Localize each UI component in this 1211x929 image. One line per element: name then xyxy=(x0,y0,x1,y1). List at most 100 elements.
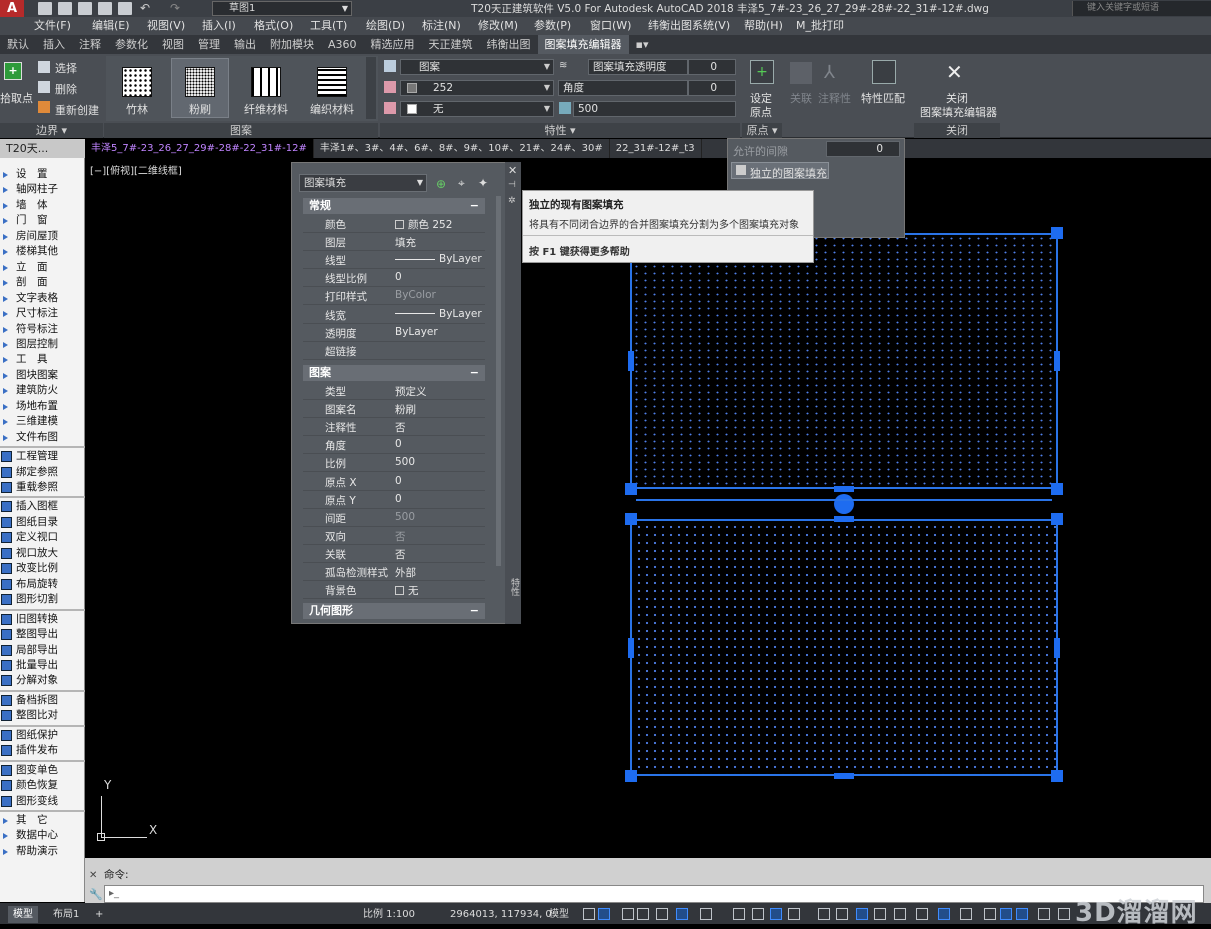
menu-batch-plot[interactable]: M_批打印 xyxy=(796,17,856,35)
separate-hatches-button[interactable]: 独立的图案填充 xyxy=(731,162,829,180)
section-geometry[interactable]: 几何图形 − xyxy=(303,603,485,619)
layout1-tab[interactable]: 布局1 xyxy=(48,906,84,923)
property-value[interactable]: ByLayer xyxy=(395,326,438,338)
palette-item[interactable]: 布局旋转 xyxy=(0,577,85,592)
property-row[interactable]: 原点 X 0 xyxy=(303,473,485,491)
status-toggle-icon[interactable] xyxy=(752,908,764,920)
command-customize-icon[interactable]: 🔧 xyxy=(89,888,103,901)
property-row[interactable]: 原点 Y 0 xyxy=(303,491,485,509)
remove-icon[interactable] xyxy=(38,81,50,93)
print-icon[interactable] xyxy=(118,2,132,15)
tab-addins[interactable]: 附加模块 xyxy=(263,35,321,54)
palette-item[interactable]: 工程管理 xyxy=(0,449,85,464)
command-close-icon[interactable]: ✕ xyxy=(89,870,97,881)
new-file-icon[interactable] xyxy=(38,2,52,15)
hatch-region-top[interactable] xyxy=(630,233,1058,489)
palette-item[interactable]: 整图比对 xyxy=(0,708,85,723)
palette-item[interactable]: 图块图案 xyxy=(0,368,85,383)
menu-window[interactable]: 窗口(W) xyxy=(590,17,648,35)
property-row[interactable]: 颜色 颜色 252 xyxy=(303,215,485,233)
property-row[interactable]: 比例 500 xyxy=(303,454,485,473)
close-editor-icon[interactable]: ✕ xyxy=(946,60,963,84)
grip-handle[interactable] xyxy=(625,513,637,525)
grip-handle[interactable] xyxy=(834,773,854,779)
palette-item[interactable]: 旧图转换 xyxy=(0,612,85,627)
recreate-icon[interactable] xyxy=(38,101,50,113)
palette-close-icon[interactable]: ✕ xyxy=(508,164,517,177)
palette-item[interactable]: 楼梯其他 xyxy=(0,244,85,259)
status-toggle-icon[interactable] xyxy=(700,908,712,920)
menu-weiheng[interactable]: 纬衡出图系统(V) xyxy=(648,17,744,35)
palette-item[interactable]: 分解对象 xyxy=(0,673,85,688)
palette-item[interactable]: 批量导出 xyxy=(0,658,85,673)
property-value[interactable]: ByLayer xyxy=(395,253,482,265)
status-toggle-icon[interactable] xyxy=(770,908,782,920)
model-space-toggle[interactable]: 模型 xyxy=(544,906,574,923)
property-value[interactable]: 粉刷 xyxy=(395,402,416,417)
property-row[interactable]: 关联 否 xyxy=(303,545,485,563)
status-toggle-icon[interactable] xyxy=(960,908,972,920)
menu-edit[interactable]: 编辑(E) xyxy=(92,17,147,35)
property-value[interactable]: ByColor xyxy=(395,289,436,301)
status-toggle-icon[interactable] xyxy=(656,908,668,920)
tab-hatch-editor[interactable]: 图案填充编辑器 xyxy=(537,35,629,54)
property-row[interactable]: 背景色 无 xyxy=(303,581,485,600)
status-toggle-icon[interactable] xyxy=(1000,908,1012,920)
transparency-value[interactable]: 0 xyxy=(688,59,736,75)
status-toggle-icon[interactable] xyxy=(1016,908,1028,920)
palette-item[interactable]: 门 窗 xyxy=(0,213,85,228)
palette-item[interactable]: 尺寸标注 xyxy=(0,306,85,321)
gap-tolerance-value[interactable]: 0 xyxy=(826,141,900,157)
status-toggle-icon[interactable] xyxy=(856,908,868,920)
add-layout-icon[interactable]: + xyxy=(90,906,108,923)
menu-view[interactable]: 视图(V) xyxy=(147,17,202,35)
property-row[interactable]: 图层 填充 xyxy=(303,233,485,252)
property-row[interactable]: 双向 否 xyxy=(303,527,485,545)
property-row[interactable]: 角度 0 xyxy=(303,436,485,455)
tab-insert[interactable]: 插入 xyxy=(36,35,72,54)
grip-handle[interactable] xyxy=(1051,513,1063,525)
menu-format[interactable]: 格式(O) xyxy=(254,17,310,35)
property-value[interactable]: 外部 xyxy=(395,565,416,580)
property-value[interactable]: 0 xyxy=(395,493,402,505)
property-value[interactable]: 否 xyxy=(395,420,406,435)
palette-item[interactable]: 图形变线 xyxy=(0,794,85,809)
status-toggle-icon[interactable] xyxy=(818,908,830,920)
palette-item[interactable]: 局部导出 xyxy=(0,643,85,658)
palette-item[interactable]: 整图导出 xyxy=(0,627,85,642)
palette-item[interactable]: 备档拆图 xyxy=(0,693,85,708)
palette-item[interactable]: 绑定参照 xyxy=(0,465,85,480)
hatch-type-select[interactable]: 图案 ▼ xyxy=(400,59,554,75)
tab-tangent[interactable]: 天正建筑 xyxy=(422,35,480,54)
status-toggle-icon[interactable] xyxy=(836,908,848,920)
doc-tab-1[interactable]: 丰泽5_7#-23_26_27_29#-28#-22_31#-12# xyxy=(85,139,314,158)
palette-autohide-icon[interactable]: ⊣ xyxy=(508,180,516,190)
property-row[interactable]: 图案名 粉刷 xyxy=(303,400,485,419)
palette-item[interactable]: 设 置 xyxy=(0,167,85,182)
close-editor-label[interactable]: 图案填充编辑器 xyxy=(920,104,997,120)
select-icon[interactable] xyxy=(38,61,50,73)
property-row[interactable]: 注释性 否 xyxy=(303,418,485,437)
palette-item[interactable]: 其 它 xyxy=(0,813,85,828)
status-toggle-icon[interactable] xyxy=(733,908,745,920)
menu-insert[interactable]: 插入(I) xyxy=(202,17,254,35)
status-toggle-icon[interactable] xyxy=(637,908,649,920)
select-label[interactable]: 选择 xyxy=(55,60,77,76)
pattern-gallery-scroll[interactable] xyxy=(366,57,376,119)
property-value[interactable]: ByLayer xyxy=(395,308,482,320)
background-color-select[interactable]: 无 ▼ xyxy=(400,101,554,117)
palette-item[interactable]: 三维建模 xyxy=(0,414,85,429)
grip-handle[interactable] xyxy=(1054,351,1060,371)
palette-item[interactable]: 工 具 xyxy=(0,352,85,367)
palette-item[interactable]: 立 面 xyxy=(0,260,85,275)
menu-modify[interactable]: 修改(M) xyxy=(478,17,534,35)
palette-item[interactable]: 图纸目录 xyxy=(0,515,85,530)
open-file-icon[interactable] xyxy=(58,2,72,15)
status-toggle-icon[interactable] xyxy=(938,908,950,920)
palette-item[interactable]: 定义视口 xyxy=(0,530,85,545)
angle-value[interactable]: 0 xyxy=(688,80,736,96)
save-icon[interactable] xyxy=(78,2,92,15)
status-toggle-icon[interactable] xyxy=(874,908,886,920)
property-value[interactable]: 否 xyxy=(395,547,406,562)
associative-label[interactable]: 关联 xyxy=(790,90,812,106)
